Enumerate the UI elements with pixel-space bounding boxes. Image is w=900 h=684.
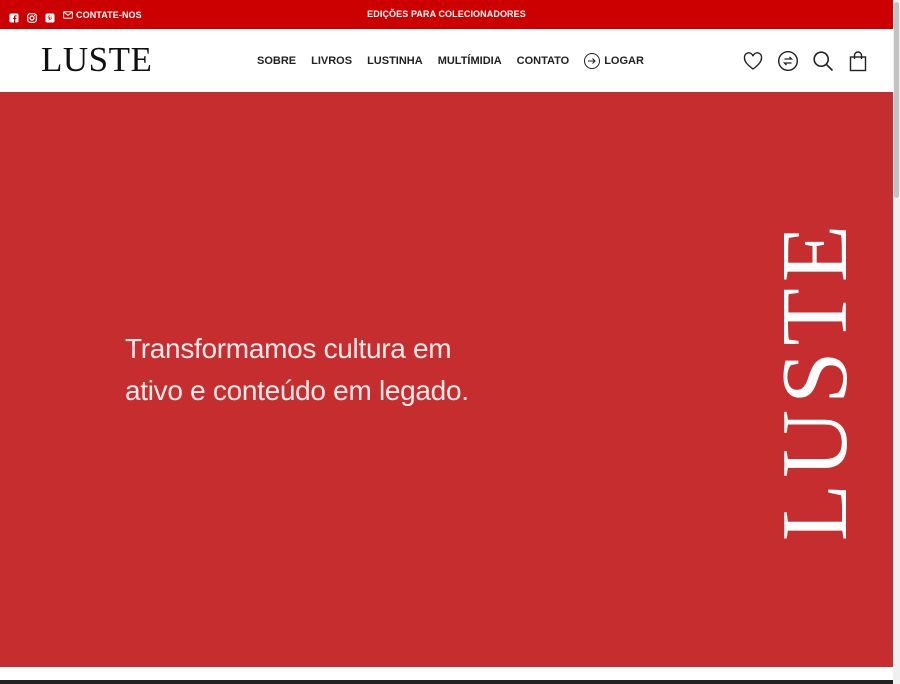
nav-item-multimidia[interactable]: MULTÍMIDIA [438, 55, 502, 67]
hero-tagline-line-2: ativo e conteúdo em legado. [125, 375, 469, 406]
header-actions [729, 29, 869, 92]
heart-icon[interactable] [742, 50, 764, 72]
site-header: LUSTE SOBRE LIVROS LUSTINHA MULTÍMIDIA C… [0, 29, 893, 92]
search-icon[interactable] [812, 50, 834, 72]
main-nav: SOBRE LIVROS LUSTINHA MULTÍMIDIA CONTATO… [257, 29, 659, 92]
nav-item-lustinha[interactable]: LUSTINHA [367, 55, 423, 67]
hero-tagline-line-1: Transformamos cultura em [125, 333, 452, 364]
page: CONTATE-NOS EDIÇÕES PARA COLECIONADORES … [0, 0, 893, 684]
logo[interactable]: LUSTE [41, 42, 152, 77]
scrollbar[interactable] [893, 0, 900, 684]
nav-item-sobre[interactable]: SOBRE [257, 55, 296, 67]
section-divider [0, 680, 893, 684]
announcement-text: EDIÇÕES PARA COLECIONADORES [367, 9, 526, 19]
login-link[interactable]: LOGAR [584, 52, 644, 69]
bag-icon[interactable] [847, 50, 869, 72]
scrollbar-thumb[interactable] [894, 2, 899, 198]
nav-item-contato[interactable]: CONTATO [517, 55, 570, 67]
hero-vertical-logo: LUSTE [763, 218, 867, 542]
nav-item-livros[interactable]: LIVROS [311, 55, 352, 67]
login-icon [584, 52, 601, 69]
login-label: LOGAR [604, 54, 644, 67]
exchange-icon[interactable] [777, 50, 799, 72]
top-bar: CONTATE-NOS EDIÇÕES PARA COLECIONADORES [0, 0, 893, 29]
hero-tagline: Transformamos cultura em ativo e conteúd… [125, 328, 485, 412]
hero-banner: Transformamos cultura em ativo e conteúd… [0, 92, 893, 667]
